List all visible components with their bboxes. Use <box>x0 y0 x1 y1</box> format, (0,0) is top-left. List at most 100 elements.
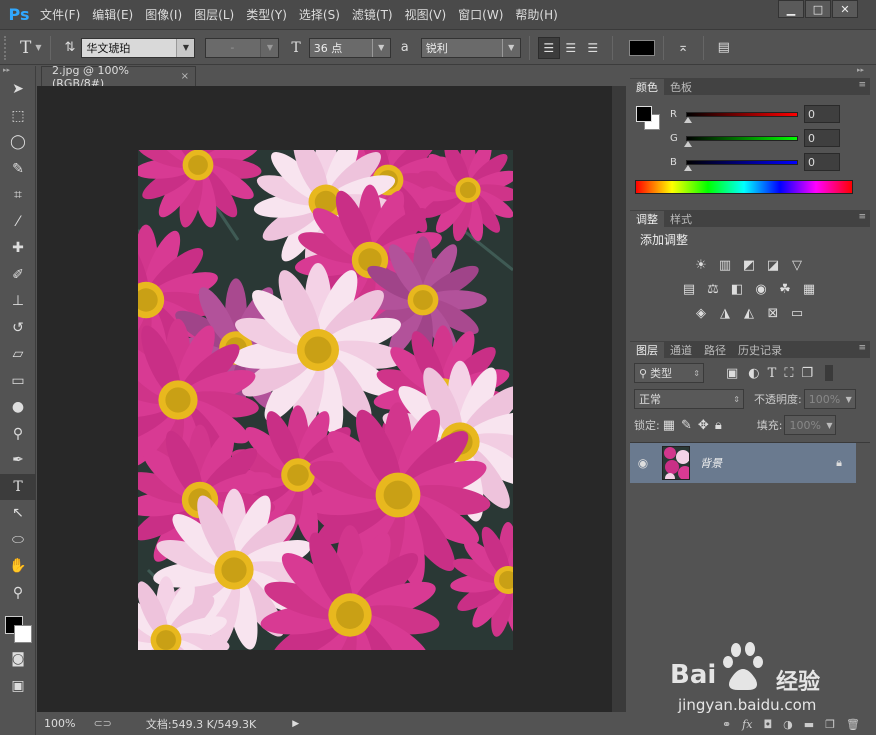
gradient-tool-icon[interactable]: ▭ <box>0 368 36 395</box>
path-selection-tool-icon[interactable]: ↖ <box>0 500 36 527</box>
brush-tool-icon[interactable]: ✐ <box>0 262 36 289</box>
delete-layer-icon[interactable]: 🗑︎ <box>846 718 860 731</box>
tab-adjustments[interactable]: 调整 <box>630 211 664 227</box>
blur-tool-icon[interactable]: ● <box>0 394 36 421</box>
slider-track[interactable] <box>686 135 798 141</box>
filter-pixel-icon[interactable]: ▣ <box>726 366 738 381</box>
menu-help[interactable]: 帮助(H) <box>509 0 563 30</box>
exposure-icon[interactable]: ◪ <box>764 256 782 274</box>
black-white-icon[interactable]: ◧ <box>728 280 746 298</box>
align-center-button[interactable]: ☰ <box>560 37 582 59</box>
lasso-tool-icon[interactable]: ◯ <box>0 129 36 156</box>
zoom-tool-icon[interactable]: ⚲ <box>0 580 36 607</box>
blend-mode-select[interactable]: 正常 ⇕ <box>634 389 744 409</box>
character-panel-icon[interactable]: ▤ <box>718 40 730 55</box>
channel-mixer-icon[interactable]: ☘ <box>776 280 794 298</box>
tab-history[interactable]: 历史记录 <box>732 342 788 358</box>
filter-smart-object-icon[interactable]: ❐ <box>801 366 813 381</box>
marquee-tool-icon[interactable]: ⬚ <box>0 103 36 130</box>
eyedropper-tool-icon[interactable]: ⁄ <box>0 209 36 236</box>
tab-styles[interactable]: 样式 <box>664 211 698 227</box>
curves-icon[interactable]: ◩ <box>740 256 758 274</box>
zoom-level[interactable]: 100% <box>44 717 75 730</box>
gradient-map-icon[interactable]: ▭ <box>788 304 806 322</box>
document-tab[interactable]: 2.jpg @ 100%(RGB/8#) × <box>41 64 196 90</box>
history-brush-tool-icon[interactable]: ↺ <box>0 315 36 342</box>
value-field[interactable]: 0 <box>804 105 840 123</box>
minimize-button[interactable]: ▁ <box>778 0 804 18</box>
panel-collapse-icon[interactable]: ▸▸ <box>630 66 870 78</box>
brightness-contrast-icon[interactable]: ☀ <box>692 256 710 274</box>
menu-image[interactable]: 图像(I) <box>139 0 188 30</box>
layer-row[interactable]: ◉ 背景 🔒︎ <box>630 443 856 483</box>
layer-filter-select[interactable]: ⚲ 类型 ⇕ <box>634 363 704 383</box>
ellipse-tool-icon[interactable]: ⬭ <box>0 527 36 554</box>
screen-mode-icon[interactable]: ▣ <box>0 673 36 700</box>
status-menu-arrow[interactable]: ▶ <box>292 719 299 729</box>
menu-file[interactable]: 文件(F) <box>34 0 86 30</box>
opacity-field[interactable]: 100% ▼ <box>803 389 856 409</box>
menu-select[interactable]: 选择(S) <box>293 0 346 30</box>
background-color-swatch[interactable] <box>14 625 32 643</box>
invert-icon[interactable]: ◈ <box>692 304 710 322</box>
slider-green[interactable]: G 0 <box>630 126 870 150</box>
text-color-swatch[interactable] <box>628 39 655 56</box>
font-family-select[interactable]: 华文琥珀 ▼ <box>81 37 196 58</box>
options-grip[interactable] <box>4 35 10 60</box>
crop-tool-icon[interactable]: ⌗ <box>0 182 36 209</box>
quick-select-tool-icon[interactable]: ✎ <box>0 156 36 183</box>
document-image[interactable] <box>138 150 513 650</box>
value-field[interactable]: 0 <box>804 129 840 147</box>
quick-mask-icon[interactable]: ◙ <box>0 646 36 673</box>
threshold-icon[interactable]: ◭ <box>740 304 758 322</box>
pen-tool-icon[interactable]: ✒ <box>0 447 36 474</box>
warp-text-icon[interactable]: ⌅ <box>678 40 689 55</box>
eraser-tool-icon[interactable]: ▱ <box>0 341 36 368</box>
chevron-down-icon[interactable]: ▼ <box>35 43 41 52</box>
selective-color-icon[interactable]: ⊠ <box>764 304 782 322</box>
healing-brush-tool-icon[interactable]: ✚ <box>0 235 36 262</box>
panel-menu-icon[interactable]: ≡ <box>858 80 866 90</box>
menu-type[interactable]: 类型(Y) <box>240 0 293 30</box>
color-balance-icon[interactable]: ⚖ <box>704 280 722 298</box>
dodge-tool-icon[interactable]: ⚲ <box>0 421 36 448</box>
slider-thumb[interactable] <box>684 165 692 171</box>
tab-color[interactable]: 颜色 <box>630 79 664 95</box>
menu-window[interactable]: 窗口(W) <box>452 0 509 30</box>
tab-swatches[interactable]: 色板 <box>664 79 698 95</box>
status-info-icon[interactable]: ⊂⊃ <box>93 717 111 730</box>
slider-track[interactable] <box>686 159 798 165</box>
text-orientation-icon[interactable]: ⇅ <box>65 40 76 55</box>
lock-pixels-icon[interactable]: ✎ <box>681 418 692 433</box>
color-spectrum-ramp[interactable] <box>635 180 853 194</box>
slider-thumb[interactable] <box>684 117 692 123</box>
tab-paths[interactable]: 路径 <box>698 342 732 358</box>
slider-thumb[interactable] <box>684 141 692 147</box>
hand-tool-icon[interactable]: ✋ <box>0 553 36 580</box>
photo-filter-icon[interactable]: ◉ <box>752 280 770 298</box>
filter-toggle[interactable] <box>825 365 834 381</box>
posterize-icon[interactable]: ◮ <box>716 304 734 322</box>
menu-view[interactable]: 视图(V) <box>399 0 453 30</box>
levels-icon[interactable]: ▥ <box>716 256 734 274</box>
layer-name[interactable]: 背景 <box>700 455 722 471</box>
filter-shape-icon[interactable]: ⛶ <box>784 366 793 381</box>
menu-layer[interactable]: 图层(L) <box>188 0 240 30</box>
eye-icon[interactable]: ◉ <box>630 456 656 470</box>
close-icon[interactable]: × <box>181 71 189 82</box>
slider-track[interactable] <box>686 111 798 117</box>
slider-blue[interactable]: B 0 <box>630 150 870 174</box>
color-lookup-icon[interactable]: ▦ <box>800 280 818 298</box>
vertical-scrollbar[interactable] <box>612 86 626 712</box>
panel-menu-icon[interactable]: ≡ <box>858 212 866 222</box>
value-field[interactable]: 0 <box>804 153 840 171</box>
type-tool-preset-icon[interactable]: T <box>20 38 31 58</box>
antialias-select[interactable]: 锐利 ▼ <box>420 37 521 58</box>
vibrance-icon[interactable]: ▽ <box>788 256 806 274</box>
close-button[interactable]: ✕ <box>832 0 858 18</box>
hue-saturation-icon[interactable]: ▤ <box>680 280 698 298</box>
move-tool-icon[interactable]: ➤ <box>0 76 36 103</box>
tab-channels[interactable]: 通道 <box>664 342 698 358</box>
font-size-select[interactable]: 36 点 ▼ <box>308 37 391 58</box>
lock-all-icon[interactable]: 🔒︎ <box>715 418 722 433</box>
